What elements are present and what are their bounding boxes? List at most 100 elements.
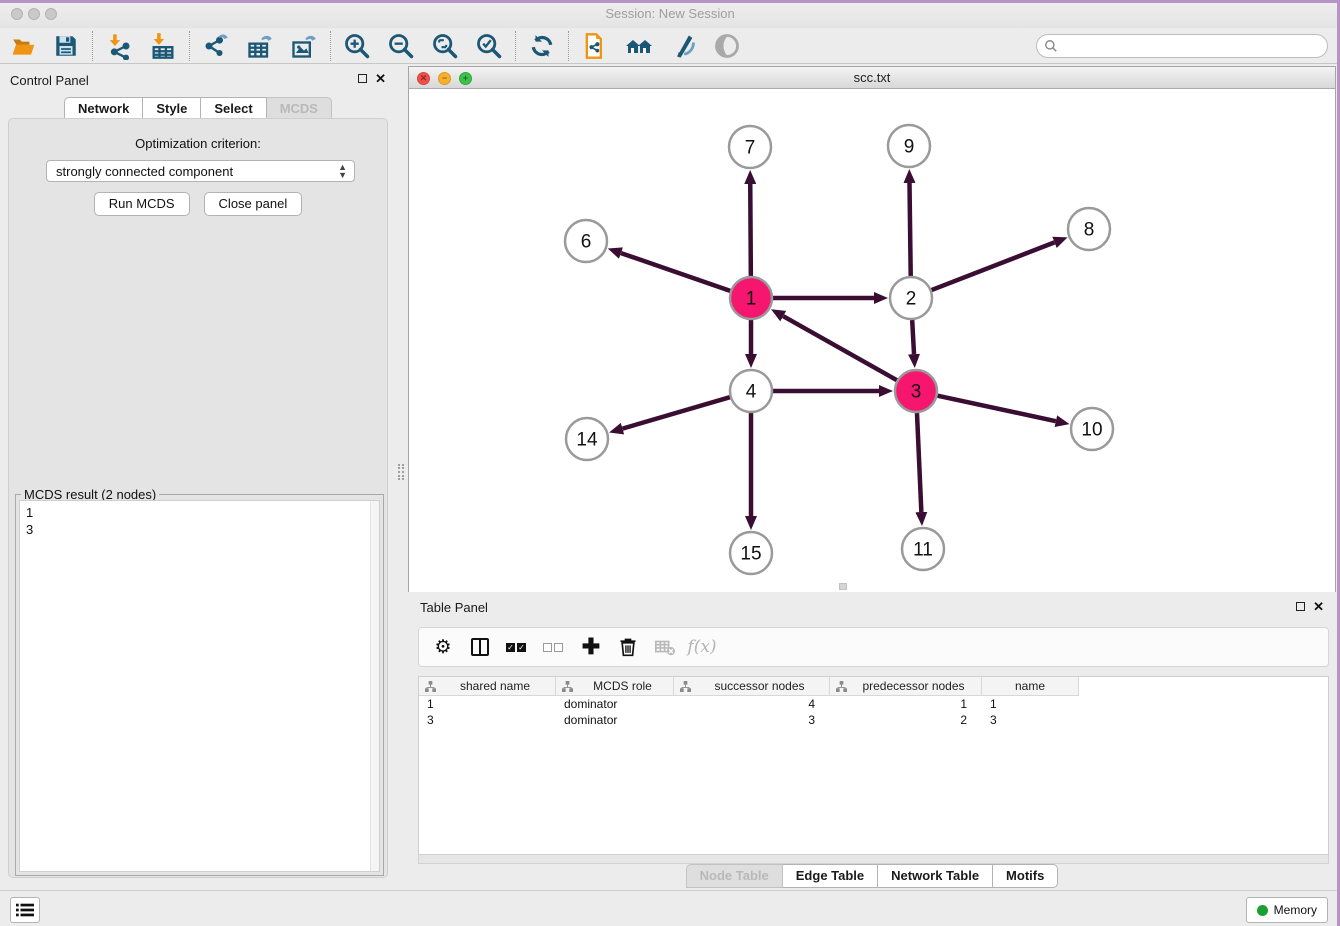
graph-node-label: 15 [740,544,761,565]
column-header-shared-name[interactable]: shared name [419,677,556,696]
graphics-details-icon[interactable] [669,32,697,60]
graph-node-label: 8 [1084,220,1095,241]
close-panel-icon[interactable]: ✕ [375,73,386,84]
zoom-in-icon[interactable] [343,32,371,60]
delete-row-icon[interactable] [616,635,640,659]
main-toolbar [0,28,1340,64]
zoom-selected-icon[interactable] [475,32,503,60]
column-header-name[interactable]: name [982,677,1079,696]
close-panel-button[interactable]: Close panel [204,192,303,216]
select-stepper-icon: ▲▼ [338,163,347,179]
edge-2-3[interactable] [912,320,914,354]
window-title: Session: New Session [0,6,1340,21]
column-header-predecessor-nodes[interactable]: predecessor nodes [830,677,982,696]
tab-motifs[interactable]: Motifs [993,864,1058,888]
network-window-title: scc.txt [409,70,1335,85]
search-icon [1044,39,1058,53]
float-panel-icon[interactable] [358,74,367,83]
cell-successor-nodes: 4 [674,696,830,712]
edge-3-1[interactable] [783,316,897,380]
edge-arrowhead [921,512,922,525]
tab-node-table[interactable]: Node Table [686,864,783,888]
cell-successor-nodes: 3 [674,712,830,728]
graph-node-label: 6 [581,232,592,253]
criterion-select-value: strongly connected component [56,164,233,179]
open-session-icon[interactable] [10,32,38,60]
list-icon [16,902,34,918]
mcds-result-group: MCDS result (2 nodes) 1 3 [15,494,384,876]
cell-mcds-role: dominator [556,712,674,728]
save-session-icon[interactable] [52,32,80,60]
deselect-all-icon[interactable] [542,635,566,659]
mcds-result-textarea[interactable]: 1 3 [19,500,380,872]
graph-node-label: 11 [913,540,933,561]
select-all-icon[interactable]: ✓✓ [505,635,529,659]
toolbar-separator [330,31,331,61]
home-layout-icon[interactable] [625,32,653,60]
table-settings-icon[interactable]: ⚙ [431,635,455,659]
edge-1-6[interactable] [621,253,730,291]
attribute-type-icon [562,681,573,692]
table-row[interactable]: 1 dominator 4 1 1 [419,696,1328,712]
table-row[interactable]: 3 dominator 3 2 3 [419,712,1328,728]
export-table-icon[interactable] [246,32,274,60]
task-history-button[interactable] [10,897,40,923]
table-panel: Table Panel ✕ ⚙ ✓✓ ✚ f(x) shared name MC… [408,596,1336,888]
edge-3-10[interactable] [938,396,1056,422]
edge-arrowhead [914,354,915,367]
close-table-panel-icon[interactable]: ✕ [1313,601,1324,612]
column-header-successor-nodes[interactable]: successor nodes [674,677,830,696]
zoom-fit-icon[interactable] [431,32,459,60]
clone-network-icon[interactable] [581,32,609,60]
float-table-panel-icon[interactable] [1296,602,1305,611]
graph-node-label: 7 [745,138,756,159]
edge-2-9[interactable] [909,183,910,276]
optimization-criterion-label: Optimization criterion: [9,136,387,151]
tab-edge-table[interactable]: Edge Table [783,864,878,888]
export-network-icon[interactable] [202,32,230,60]
canvas-scroll-thumb[interactable] [839,583,847,590]
cell-name: 3 [982,712,1079,728]
edge-arrowhead [609,249,621,253]
window-frame-top [0,0,1340,3]
panel-splitter[interactable] [398,464,404,480]
refresh-icon[interactable] [528,32,556,60]
mcds-pane: Optimization criterion: strongly connect… [8,118,388,878]
birdseye-view-icon[interactable] [713,32,741,60]
search-input[interactable] [1036,34,1328,58]
table-panel-title: Table Panel [420,600,488,615]
cell-predecessor-nodes: 2 [830,712,982,728]
table-toolbar: ⚙ ✓✓ ✚ f(x) [418,627,1329,667]
attribute-type-icon [425,681,436,692]
show-columns-icon[interactable] [468,635,492,659]
memory-button[interactable]: Memory [1246,897,1328,923]
function-builder-icon[interactable]: f(x) [690,635,714,659]
cell-shared-name: 3 [419,712,556,728]
column-header-mcds-role[interactable]: MCDS role [556,677,674,696]
control-panel-title: Control Panel [10,73,89,88]
delete-table-icon[interactable] [653,635,677,659]
export-image-icon[interactable] [290,32,318,60]
edge-1-7[interactable] [750,184,751,276]
graph-node-label: 1 [746,289,757,310]
toolbar-separator [189,31,190,61]
network-window-titlebar[interactable]: ✕ − + scc.txt [409,67,1335,89]
import-network-icon[interactable] [105,32,133,60]
edge-2-8[interactable] [932,242,1055,290]
edge-3-11[interactable] [917,413,921,512]
attribute-type-icon [680,681,691,692]
run-mcds-button[interactable]: Run MCDS [94,192,190,216]
import-table-icon[interactable] [149,32,177,60]
cell-mcds-role: dominator [556,696,674,712]
criterion-select[interactable]: strongly connected component ▲▼ [46,160,355,182]
result-scrollbar[interactable] [370,501,379,871]
zoom-out-icon[interactable] [387,32,415,60]
toolbar-separator [568,31,569,61]
memory-label: Memory [1274,903,1317,917]
edge-4-14[interactable] [623,397,730,428]
add-row-icon[interactable]: ✚ [579,635,603,659]
network-canvas[interactable]: 1234678910111415 [409,89,1335,592]
graph-node-label: 14 [576,430,598,451]
cell-shared-name: 1 [419,696,556,712]
tab-network-table[interactable]: Network Table [878,864,993,888]
